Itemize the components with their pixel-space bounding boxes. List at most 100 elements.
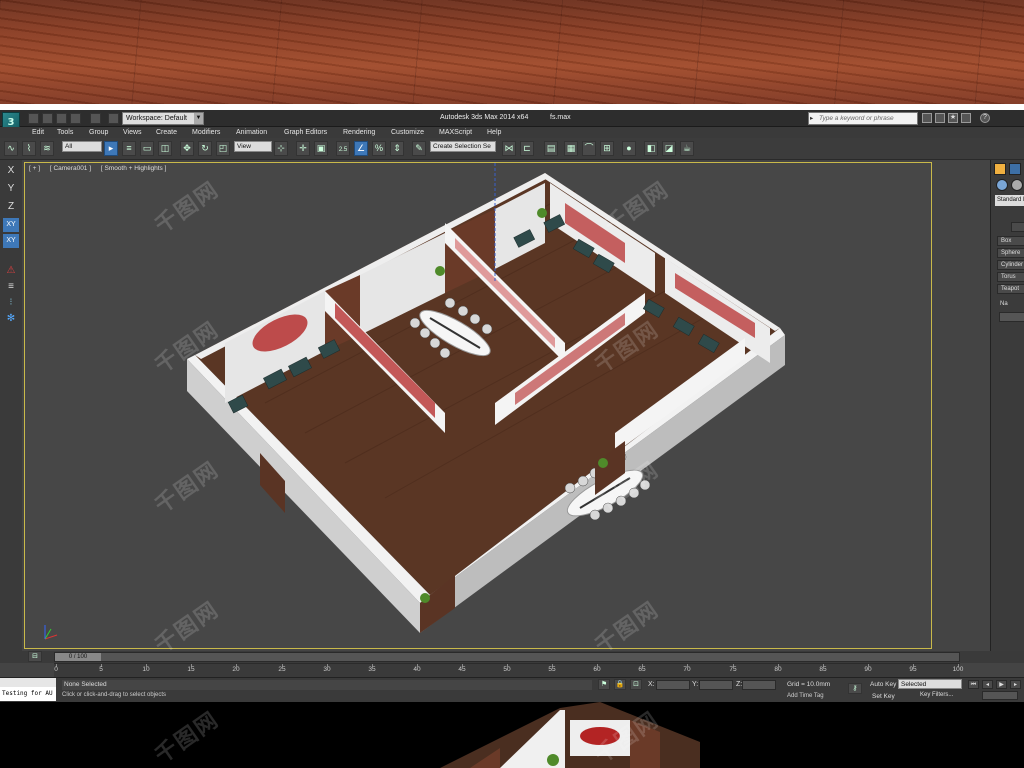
shaded-icon[interactable]: ≡	[3, 280, 19, 294]
render-setup-icon[interactable]: ◧	[644, 141, 658, 156]
set-key-icon[interactable]: ⚷	[848, 683, 862, 694]
menu-rendering[interactable]: Rendering	[343, 127, 375, 138]
auto-key-button[interactable]: Auto Key	[870, 681, 896, 688]
previous-frame-icon[interactable]: ◂	[982, 680, 993, 689]
axis-xy-button[interactable]: XY	[3, 218, 19, 232]
window-crossing-icon[interactable]: ◫	[158, 141, 172, 156]
snap-settings-icon[interactable]: ✻	[3, 312, 19, 326]
key-filters-button[interactable]: Key Filters...	[920, 692, 953, 698]
undo-icon[interactable]	[70, 113, 81, 124]
new-file-icon[interactable]	[28, 113, 39, 124]
manage-layers-icon[interactable]: ▤	[544, 141, 558, 156]
rotate-icon[interactable]: ↻	[198, 141, 212, 156]
coord-y-field[interactable]	[699, 680, 733, 690]
sun-light-icon[interactable]	[994, 163, 1006, 175]
select-object-icon[interactable]: ▸	[104, 141, 118, 156]
shadow-icon[interactable]: ⁝	[3, 296, 19, 310]
track-bar[interactable]: 0 5 10 15 20 25 30 35 40 45 50 55 60 65 70 75 80 85 90 95 10…	[54, 663, 963, 677]
key-mode-select[interactable]: Selected	[898, 679, 962, 689]
rendered-frame-window-icon[interactable]: ◪	[662, 141, 676, 156]
named-selection-set-select[interactable]: Create Selection Se	[430, 141, 496, 152]
torus-button[interactable]: Torus	[997, 272, 1024, 282]
sphere-button[interactable]: Sphere	[997, 248, 1024, 258]
select-link-icon[interactable]: ∿	[4, 141, 18, 156]
menu-tools[interactable]: Tools	[57, 127, 73, 138]
shapes-icon[interactable]	[1011, 179, 1023, 191]
menu-edit[interactable]: Edit	[32, 127, 44, 138]
snap-toggle-icon[interactable]: 2.5	[336, 141, 350, 156]
keyboard-shortcut-override-icon[interactable]: ▣	[314, 141, 328, 156]
material-editor-icon[interactable]: ●	[622, 141, 636, 156]
selection-filter-select[interactable]: All	[62, 141, 102, 152]
redo-icon[interactable]	[90, 113, 101, 124]
set-key-button[interactable]: Set Key	[872, 693, 895, 700]
modify-tab-icon[interactable]	[1009, 163, 1021, 175]
isolate-selection-icon[interactable]: ⚑	[598, 679, 610, 690]
open-mini-curve-editor-icon[interactable]: ⊟	[28, 651, 42, 662]
go-to-start-icon[interactable]: ⏮	[968, 680, 979, 689]
unlink-icon[interactable]: ⌇	[22, 141, 36, 156]
menu-maxscript[interactable]: MAXScript	[439, 127, 472, 138]
help-button[interactable]: ?	[980, 113, 990, 123]
maxscript-listener-top[interactable]	[0, 678, 56, 687]
bind-space-warp-icon[interactable]: ≋	[40, 141, 54, 156]
name-color-rollout-label[interactable]: Na	[997, 300, 1024, 310]
menu-customize[interactable]: Customize	[391, 127, 424, 138]
autogrid-checkbox[interactable]	[1011, 222, 1024, 232]
next-frame-icon[interactable]: ▸	[1010, 680, 1021, 689]
maxscript-mini-listener[interactable]: Testing for AU	[0, 687, 56, 701]
play-icon[interactable]: ▶	[996, 680, 1007, 689]
schematic-view-icon[interactable]: ⊞	[600, 141, 614, 156]
add-time-tag[interactable]: Add Time Tag	[787, 693, 824, 699]
axis-z-button[interactable]: Z	[3, 200, 19, 214]
axis-x-button[interactable]: X	[3, 164, 19, 178]
ik-icon[interactable]: ⚠	[3, 264, 19, 278]
move-icon[interactable]: ✥	[180, 141, 194, 156]
rectangular-selection-icon[interactable]: ▭	[140, 141, 154, 156]
coord-z-field[interactable]	[742, 680, 776, 690]
workspace-select[interactable]: Workspace: Default ▼	[122, 112, 204, 125]
select-manipulate-icon[interactable]: ✛	[296, 141, 310, 156]
align-icon[interactable]: ⊏	[520, 141, 534, 156]
menu-modifiers[interactable]: Modifiers	[192, 127, 220, 138]
pivot-center-icon[interactable]: ⊹	[274, 141, 288, 156]
percent-snap-icon[interactable]: %	[372, 141, 386, 156]
open-file-icon[interactable]	[42, 113, 53, 124]
search-input[interactable]: ▸ Type a keyword or phrase	[808, 112, 918, 125]
object-category-select[interactable]: Standard P	[995, 195, 1024, 206]
selection-lock-icon[interactable]: 🔒	[614, 679, 626, 690]
teapot-button[interactable]: Teapot	[997, 284, 1024, 294]
menu-help[interactable]: Help	[487, 127, 501, 138]
scale-icon[interactable]: ◰	[216, 141, 230, 156]
object-name-field[interactable]	[999, 312, 1024, 322]
communication-icon[interactable]	[961, 113, 971, 123]
menu-group[interactable]: Group	[89, 127, 108, 138]
save-file-icon[interactable]	[56, 113, 67, 124]
graphite-ribbon-icon[interactable]: ▦	[564, 141, 578, 156]
mirror-icon[interactable]: ⋈	[502, 141, 516, 156]
axis-y-button[interactable]: Y	[3, 182, 19, 196]
project-folder-icon[interactable]	[108, 113, 119, 124]
coord-x-field[interactable]	[656, 680, 690, 690]
render-production-icon[interactable]: ☕	[680, 141, 694, 156]
edit-named-selection-icon[interactable]: ✎	[412, 141, 426, 156]
menu-views[interactable]: Views	[123, 127, 142, 138]
curve-editor-icon[interactable]: ⌒	[582, 141, 596, 156]
favorites-star-icon[interactable]: ★	[948, 113, 958, 123]
cylinder-button[interactable]: Cylinder	[997, 260, 1024, 270]
time-slider[interactable]: 0 / 100	[54, 652, 960, 662]
absolute-mode-icon[interactable]: ⊡	[630, 679, 642, 690]
angle-snap-icon[interactable]: ∠	[354, 141, 368, 156]
camera-viewport[interactable]: [ + ] [ Camera001 ] [ Smooth + Highlight…	[24, 162, 932, 649]
menu-create[interactable]: Create	[156, 127, 177, 138]
binoculars-icon[interactable]	[922, 113, 932, 123]
select-by-name-icon[interactable]: ≡	[122, 141, 136, 156]
menu-graph-editors[interactable]: Graph Editors	[284, 127, 327, 138]
box-button[interactable]: Box	[997, 236, 1024, 246]
time-slider-thumb[interactable]: 0 / 100	[55, 653, 101, 661]
axis-xy-cycle-button[interactable]: XY	[3, 234, 19, 248]
subscription-icon[interactable]	[935, 113, 945, 123]
geometry-icon[interactable]	[996, 179, 1008, 191]
reference-coordinate-select[interactable]: View	[234, 141, 272, 152]
menu-animation[interactable]: Animation	[236, 127, 267, 138]
